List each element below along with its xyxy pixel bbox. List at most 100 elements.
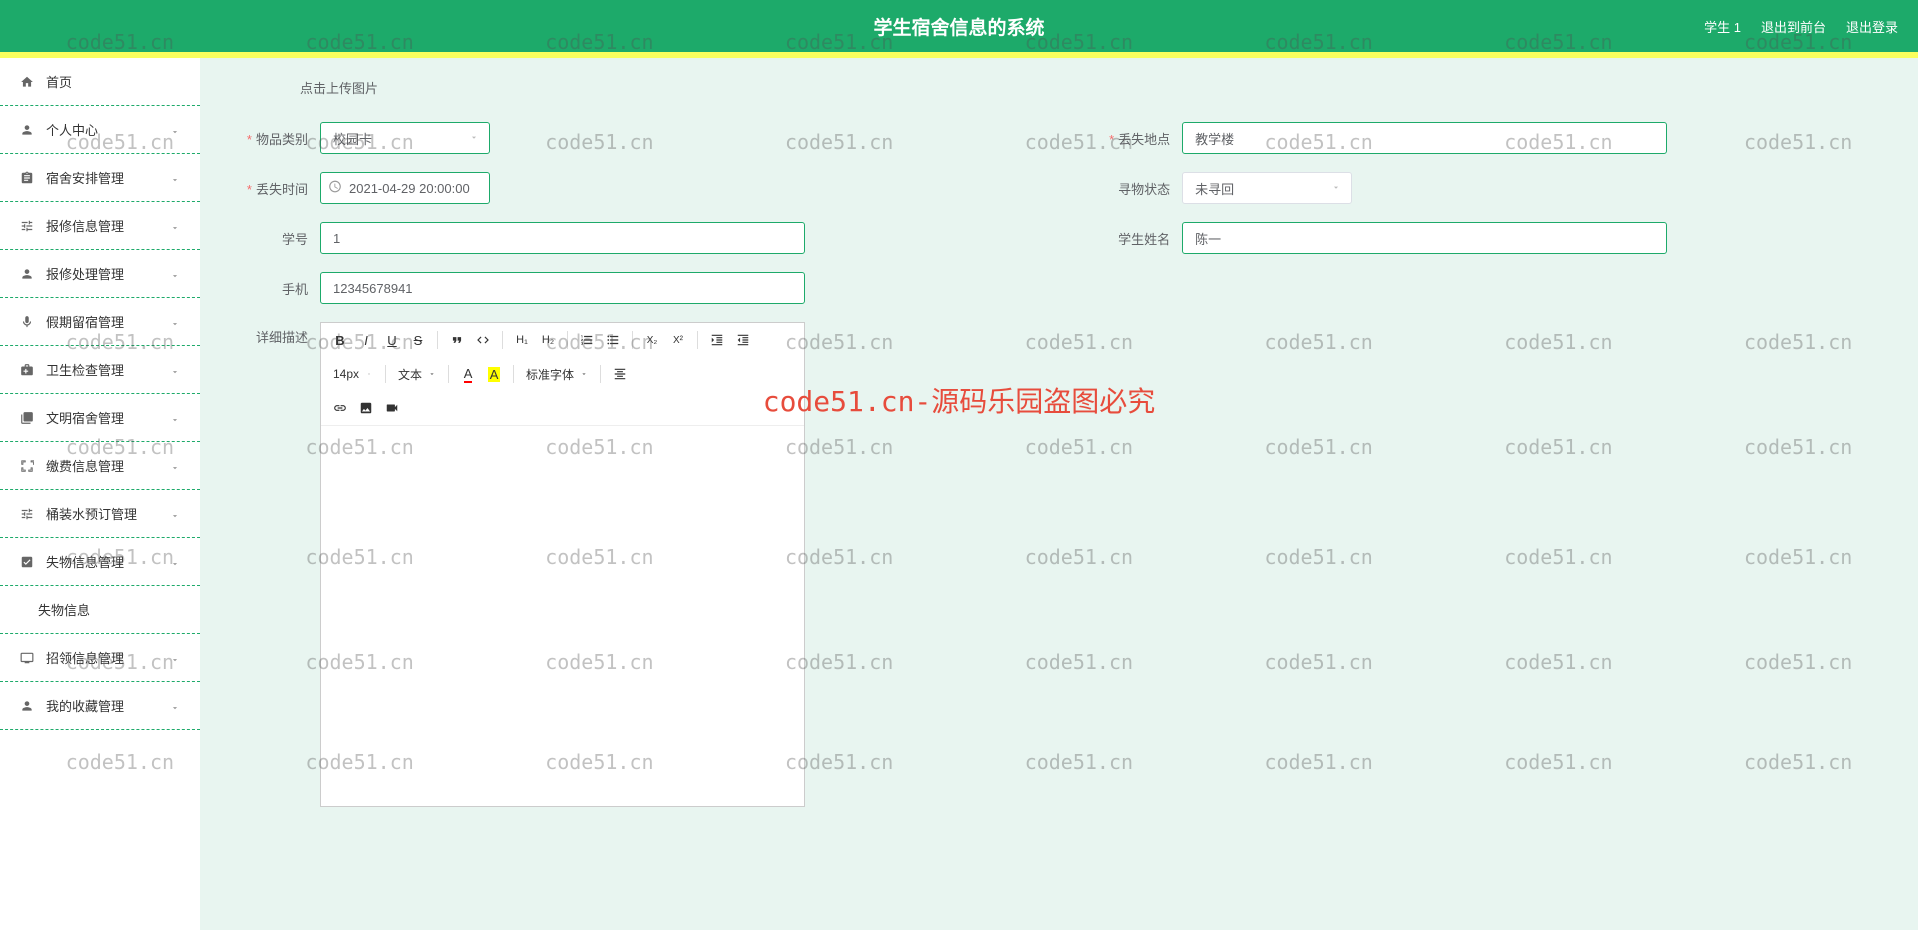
font-size-select[interactable]: 14px: [329, 367, 377, 381]
sidebar-item-dorm-arrange[interactable]: 宿舍安排管理: [0, 154, 200, 202]
chevron-down-icon: [170, 701, 180, 711]
sidebar-item-civilized-dorm[interactable]: 文明宿舍管理: [0, 394, 200, 442]
link-button[interactable]: [329, 397, 351, 419]
status-select[interactable]: 未寻回: [1182, 172, 1352, 204]
status-label: 寻物状态: [1092, 179, 1182, 198]
location-input[interactable]: [1182, 122, 1667, 154]
strikethrough-button[interactable]: S: [407, 329, 429, 351]
home-icon: [20, 75, 34, 89]
chevron-down-icon: [170, 269, 180, 279]
form-item-location: 丢失地点: [1092, 122, 1888, 154]
sidebar-item-label: 缴费信息管理: [46, 456, 170, 475]
sidebar-item-label: 我的收藏管理: [46, 696, 170, 715]
bold-button[interactable]: B: [329, 329, 351, 351]
student-name-input[interactable]: [1182, 222, 1667, 254]
separator: [600, 365, 601, 383]
display-icon: [20, 651, 34, 665]
bg-color-button[interactable]: A: [483, 363, 505, 385]
category-select[interactable]: 校园卡: [320, 122, 490, 154]
italic-button[interactable]: I: [355, 329, 377, 351]
separator: [502, 331, 503, 349]
health-icon: [20, 363, 34, 377]
ordered-list-button[interactable]: [576, 329, 598, 351]
form-item-category: 物品类别 校园卡: [230, 122, 1026, 154]
heading2-button[interactable]: H₂: [537, 329, 559, 351]
chevron-down-icon: [170, 173, 180, 183]
separator: [567, 331, 568, 349]
sidebar-item-personal[interactable]: 个人中心: [0, 106, 200, 154]
header-actions: 学生 1 退出到前台 退出登录: [1704, 17, 1918, 36]
sidebar-nav: 首页 个人中心 宿舍安排管理 报修信息管理 报修处理管理 假期留宿管理: [0, 58, 200, 930]
editor-textarea[interactable]: [321, 426, 804, 806]
lost-time-label: 丢失时间: [230, 179, 320, 198]
sidebar-item-hygiene[interactable]: 卫生检查管理: [0, 346, 200, 394]
sidebar-item-label: 招领信息管理: [46, 648, 170, 667]
editor-toolbar: B I U S H₁ H₂ X₂ X²: [321, 323, 804, 426]
sidebar-item-label: 个人中心: [46, 120, 170, 139]
person-icon: [20, 123, 34, 137]
sidebar-subitem-lost-info[interactable]: 失物信息: [0, 586, 200, 634]
separator: [632, 331, 633, 349]
indent-right-button[interactable]: [706, 329, 728, 351]
video-button[interactable]: [381, 397, 403, 419]
indent-left-button[interactable]: [732, 329, 754, 351]
exit-to-front-button[interactable]: 退出到前台: [1761, 17, 1826, 36]
sidebar-item-repair-process[interactable]: 报修处理管理: [0, 250, 200, 298]
mic-icon: [20, 315, 34, 329]
phone-label: 手机: [230, 279, 320, 298]
sidebar-item-label: 假期留宿管理: [46, 312, 170, 331]
sidebar-item-payment[interactable]: 缴费信息管理: [0, 442, 200, 490]
underline-button[interactable]: U: [381, 329, 403, 351]
subscript-button[interactable]: X₂: [641, 329, 663, 351]
phone-input[interactable]: [320, 272, 805, 304]
app-title: 学生宿舍信息的系统: [873, 13, 1044, 40]
sidebar-item-label: 文明宿舍管理: [46, 408, 170, 427]
sidebar-item-label: 桶装水预订管理: [46, 504, 170, 523]
expand-icon: [20, 459, 34, 473]
form-item-phone: 手机: [230, 272, 1026, 304]
lost-time-input[interactable]: [320, 172, 490, 204]
code-block-button[interactable]: [472, 329, 494, 351]
image-button[interactable]: [355, 397, 377, 419]
sidebar-item-holiday-stay[interactable]: 假期留宿管理: [0, 298, 200, 346]
quote-button[interactable]: [446, 329, 468, 351]
tune-icon: [20, 219, 34, 233]
current-user[interactable]: 学生 1: [1704, 17, 1741, 36]
lost-icon: [20, 555, 34, 569]
assignment-icon: [20, 171, 34, 185]
font-family-select[interactable]: 标准字体: [522, 366, 592, 383]
separator: [437, 331, 438, 349]
separator: [385, 365, 386, 383]
unordered-list-button[interactable]: [602, 329, 624, 351]
sidebar-item-label: 卫生检查管理: [46, 360, 170, 379]
sidebar-item-label: 失物信息管理: [46, 552, 170, 571]
chevron-down-icon: [170, 461, 180, 471]
separator: [697, 331, 698, 349]
chevron-down-icon: [170, 413, 180, 423]
superscript-button[interactable]: X²: [667, 329, 689, 351]
align-button[interactable]: [609, 363, 631, 385]
form-item-lost-time: 丢失时间: [230, 172, 1026, 204]
tune-icon: [20, 507, 34, 521]
text-type-select[interactable]: 文本: [394, 366, 440, 383]
main-content: 点击上传图片 物品类别 校园卡 丢失地点 丢失时间: [200, 58, 1918, 930]
separator: [448, 365, 449, 383]
rich-text-editor: B I U S H₁ H₂ X₂ X²: [320, 322, 805, 807]
sidebar-item-home[interactable]: 首页: [0, 58, 200, 106]
app-header: 学生宿舍信息的系统 学生 1 退出到前台 退出登录: [0, 0, 1918, 52]
font-color-button[interactable]: A: [457, 363, 479, 385]
sidebar-item-lost-found[interactable]: 失物信息管理: [0, 538, 200, 586]
sidebar-item-repair-info[interactable]: 报修信息管理: [0, 202, 200, 250]
upload-hint-text[interactable]: 点击上传图片: [300, 78, 1888, 97]
description-label: 详细描述: [230, 322, 320, 807]
chevron-down-icon: [170, 221, 180, 231]
library-icon: [20, 411, 34, 425]
heading1-button[interactable]: H₁: [511, 329, 533, 351]
sidebar-item-my-favorites[interactable]: 我的收藏管理: [0, 682, 200, 730]
location-label: 丢失地点: [1092, 129, 1182, 148]
favorite-icon: [20, 699, 34, 713]
logout-button[interactable]: 退出登录: [1846, 17, 1898, 36]
sidebar-item-water-order[interactable]: 桶装水预订管理: [0, 490, 200, 538]
sidebar-item-found-info[interactable]: 招领信息管理: [0, 634, 200, 682]
student-id-input[interactable]: [320, 222, 805, 254]
